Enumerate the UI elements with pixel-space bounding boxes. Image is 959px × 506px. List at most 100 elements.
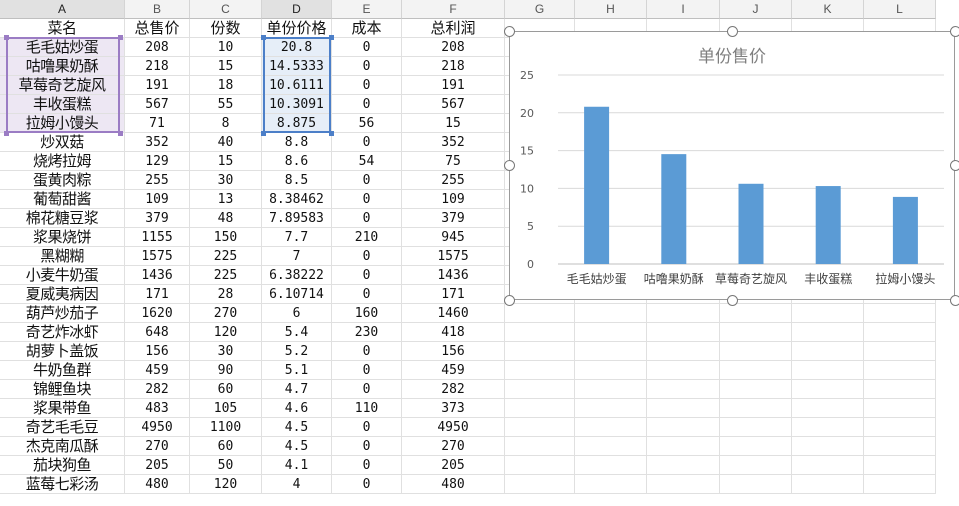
cell-l18[interactable]: [864, 342, 936, 361]
cell-k17[interactable]: [792, 323, 864, 342]
cell-l20[interactable]: [864, 380, 936, 399]
cell-j19[interactable]: [720, 361, 792, 380]
cell-a24[interactable]: 茄块狗鱼: [0, 456, 125, 475]
cell-b1[interactable]: 总售价: [125, 19, 190, 38]
cell-l22[interactable]: [864, 418, 936, 437]
cell-c21[interactable]: 105: [190, 399, 262, 418]
cell-k24[interactable]: [792, 456, 864, 475]
cell-d19[interactable]: 5.1: [262, 361, 332, 380]
cell-i24[interactable]: [647, 456, 720, 475]
cell-i20[interactable]: [647, 380, 720, 399]
cell-g17[interactable]: [505, 323, 575, 342]
cell-h22[interactable]: [575, 418, 647, 437]
cell-k22[interactable]: [792, 418, 864, 437]
cell-i17[interactable]: [647, 323, 720, 342]
cell-a17[interactable]: 奇艺炸冰虾: [0, 323, 125, 342]
cell-b24[interactable]: 205: [125, 456, 190, 475]
column-header-l[interactable]: L: [864, 0, 936, 19]
cell-c5[interactable]: 55: [190, 95, 262, 114]
cell-f15[interactable]: 171: [402, 285, 505, 304]
cell-e11[interactable]: 0: [332, 209, 402, 228]
cell-a21[interactable]: 浆果带鱼: [0, 399, 125, 418]
cell-d12[interactable]: 7.7: [262, 228, 332, 247]
spreadsheet-grid[interactable]: ABCDEFGHIJKL 菜名 总售价 份数 单份价格 成本 总利润 毛毛姑炒蛋 208 10 2…: [0, 0, 959, 506]
cell-c3[interactable]: 15: [190, 57, 262, 76]
cell-a14[interactable]: 小麦牛奶蛋: [0, 266, 125, 285]
cell-l21[interactable]: [864, 399, 936, 418]
cell-d5[interactable]: 10.3091: [262, 95, 332, 114]
cell-c9[interactable]: 30: [190, 171, 262, 190]
cell-e3[interactable]: 0: [332, 57, 402, 76]
bar-3[interactable]: [738, 183, 764, 264]
cell-e12[interactable]: 210: [332, 228, 402, 247]
cell-l24[interactable]: [864, 456, 936, 475]
chart-resize-handle-4[interactable]: [950, 160, 959, 171]
cell-f24[interactable]: 205: [402, 456, 505, 475]
cell-c13[interactable]: 225: [190, 247, 262, 266]
cell-c19[interactable]: 90: [190, 361, 262, 380]
cell-i23[interactable]: [647, 437, 720, 456]
chart-resize-handle-2[interactable]: [950, 26, 959, 37]
cell-b14[interactable]: 1436: [125, 266, 190, 285]
cell-h20[interactable]: [575, 380, 647, 399]
cell-e18[interactable]: 0: [332, 342, 402, 361]
cell-g18[interactable]: [505, 342, 575, 361]
cell-b5[interactable]: 567: [125, 95, 190, 114]
cell-f20[interactable]: 282: [402, 380, 505, 399]
cell-e2[interactable]: 0: [332, 38, 402, 57]
chart-resize-handle-0[interactable]: [504, 26, 515, 37]
column-header-d[interactable]: D: [262, 0, 332, 19]
cell-d9[interactable]: 8.5: [262, 171, 332, 190]
cell-d21[interactable]: 4.6: [262, 399, 332, 418]
cell-f6[interactable]: 15: [402, 114, 505, 133]
cell-f8[interactable]: 75: [402, 152, 505, 171]
bar-chart[interactable]: 单份售价 0 5 10 15 20 25 毛毛姑炒蛋 咕噜果奶酥 草莓奇艺旋风 丰收蛋糕 拉姆小馒…: [509, 31, 955, 300]
cell-b21[interactable]: 483: [125, 399, 190, 418]
cell-f14[interactable]: 1436: [402, 266, 505, 285]
cell-j20[interactable]: [720, 380, 792, 399]
cell-b13[interactable]: 1575: [125, 247, 190, 266]
cell-g16[interactable]: [505, 304, 575, 323]
cell-k20[interactable]: [792, 380, 864, 399]
cell-d20[interactable]: 4.7: [262, 380, 332, 399]
cell-c24[interactable]: 50: [190, 456, 262, 475]
cell-c15[interactable]: 28: [190, 285, 262, 304]
selection-handle-d-3[interactable]: [329, 131, 334, 136]
cell-c17[interactable]: 120: [190, 323, 262, 342]
cell-h17[interactable]: [575, 323, 647, 342]
cell-h24[interactable]: [575, 456, 647, 475]
cell-c1[interactable]: 份数: [190, 19, 262, 38]
cell-f22[interactable]: 4950: [402, 418, 505, 437]
cell-a18[interactable]: 胡萝卜盖饭: [0, 342, 125, 361]
cell-c6[interactable]: 8: [190, 114, 262, 133]
cell-b16[interactable]: 1620: [125, 304, 190, 323]
cell-f16[interactable]: 1460: [402, 304, 505, 323]
selection-handle-a-2[interactable]: [4, 131, 9, 136]
cell-e25[interactable]: 0: [332, 475, 402, 494]
cell-d25[interactable]: 4: [262, 475, 332, 494]
cell-i21[interactable]: [647, 399, 720, 418]
cell-d15[interactable]: 6.10714: [262, 285, 332, 304]
cell-i22[interactable]: [647, 418, 720, 437]
cell-l16[interactable]: [864, 304, 936, 323]
cell-j22[interactable]: [720, 418, 792, 437]
cell-e4[interactable]: 0: [332, 76, 402, 95]
cell-g23[interactable]: [505, 437, 575, 456]
cell-b8[interactable]: 129: [125, 152, 190, 171]
selection-handle-a-0[interactable]: [4, 35, 9, 40]
cell-a20[interactable]: 锦鲤鱼块: [0, 380, 125, 399]
cell-b9[interactable]: 255: [125, 171, 190, 190]
cell-j17[interactable]: [720, 323, 792, 342]
cell-b25[interactable]: 480: [125, 475, 190, 494]
cell-a11[interactable]: 棉花糖豆浆: [0, 209, 125, 228]
cell-c25[interactable]: 120: [190, 475, 262, 494]
cell-d13[interactable]: 7: [262, 247, 332, 266]
cell-g20[interactable]: [505, 380, 575, 399]
column-header-e[interactable]: E: [332, 0, 402, 19]
cell-e22[interactable]: 0: [332, 418, 402, 437]
cell-k23[interactable]: [792, 437, 864, 456]
cell-b23[interactable]: 270: [125, 437, 190, 456]
cell-a13[interactable]: 黑糊糊: [0, 247, 125, 266]
cell-e14[interactable]: 0: [332, 266, 402, 285]
cell-i25[interactable]: [647, 475, 720, 494]
